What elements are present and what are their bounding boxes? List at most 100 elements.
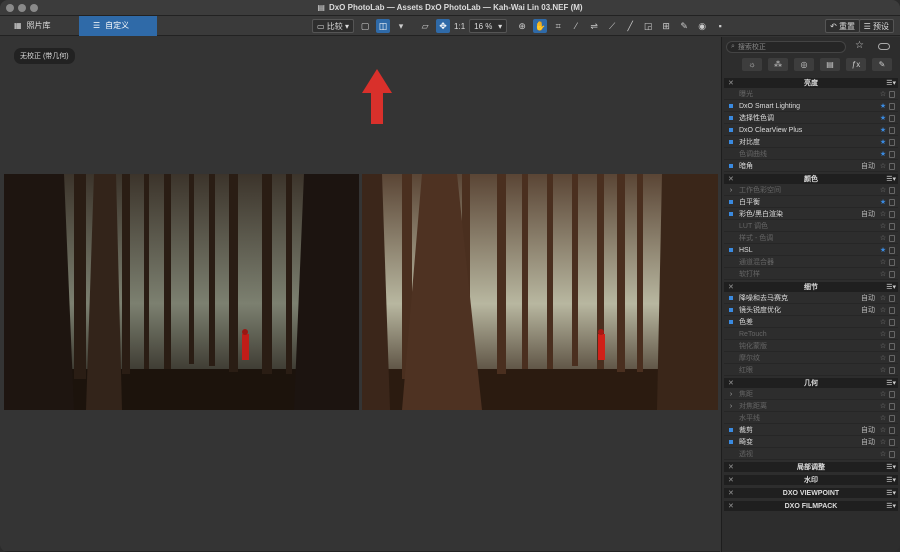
favorite-star-icon[interactable]: ☆ [879,366,887,374]
favorite-star-icon[interactable]: ☆ [879,390,887,398]
section-header-collapsed[interactable]: ✕ DXO VIEWPOINT ☰▾ [724,488,898,498]
correction-row[interactable]: 摩尔纹 ☆ [724,353,898,364]
effects-icon[interactable]: ƒx [846,58,866,71]
favorite-star-icon[interactable]: ★ [879,102,887,110]
favorite-star-icon[interactable]: ★ [879,114,887,122]
favorite-star-icon[interactable]: ☆ [879,402,887,410]
section-header-collapsed[interactable]: ✕ 水印 ☰▾ [724,475,898,485]
enable-toggle[interactable] [727,354,735,362]
favorite-star-icon[interactable]: ★ [879,150,887,158]
correction-row[interactable]: 通道混合器 ☆ [724,257,898,268]
reset-icon[interactable] [889,354,895,362]
favorite-star-icon[interactable]: ☆ [879,354,887,362]
enable-toggle[interactable] [727,438,735,446]
reset-icon[interactable] [889,210,895,218]
enable-toggle[interactable] [727,138,735,146]
expand-icon[interactable]: › [727,390,735,398]
section-header[interactable]: ✕ 亮度 ☰▾ [724,78,898,88]
reset-icon[interactable] [889,294,895,302]
section-header[interactable]: ✕ 颜色 ☰▾ [724,174,898,184]
enable-toggle[interactable] [727,414,735,422]
close-icon[interactable]: ✕ [728,283,734,291]
enable-toggle[interactable] [727,150,735,158]
correction-row[interactable]: 样式 - 色调 ☆ [724,233,898,244]
enable-toggle[interactable] [727,294,735,302]
enable-toggle[interactable] [727,246,735,254]
enable-toggle[interactable] [727,162,735,170]
color-icon[interactable]: ⁂ [768,58,788,71]
enable-toggle[interactable] [727,198,735,206]
correction-row[interactable]: 色差 ☆ [724,317,898,328]
menu-icon[interactable]: ☰▾ [886,175,896,183]
reset-icon[interactable] [889,114,895,122]
reset-icon[interactable] [889,198,895,206]
enable-toggle[interactable] [727,330,735,338]
enable-toggle[interactable] [727,90,735,98]
star-icon[interactable]: ☆ [855,40,864,51]
fit-screen-icon[interactable]: ▱ [418,19,432,33]
correction-row[interactable]: DxO Smart Lighting ★ [724,101,898,112]
correction-row[interactable]: 软打样 ☆ [724,269,898,280]
menu-icon[interactable]: ☰▾ [886,463,896,471]
eyedropper-icon[interactable]: ⁄ [569,19,583,33]
correction-row[interactable]: 镜头锐度优化 自动 ☆ [724,305,898,316]
reset-icon[interactable] [889,390,895,398]
hand-icon[interactable]: ✋ [533,19,548,33]
reset-icon[interactable] [889,306,895,314]
menu-icon[interactable]: ☰▾ [886,502,896,510]
reset-icon[interactable] [889,162,895,170]
close-icon[interactable]: ✕ [728,476,734,484]
correction-row[interactable]: DxO ClearView Plus ★ [724,125,898,136]
enable-toggle[interactable] [727,210,735,218]
menu-icon[interactable]: ☰▾ [886,489,896,497]
correction-row[interactable]: 选择性色调 ★ [724,113,898,124]
correction-row[interactable]: 彩色/黑白渲染 自动 ☆ [724,209,898,220]
favorite-star-icon[interactable]: ☆ [879,222,887,230]
close-icon[interactable]: ✕ [728,463,734,471]
favorite-star-icon[interactable]: ★ [879,138,887,146]
enable-toggle[interactable] [727,306,735,314]
reset-icon[interactable] [889,186,895,194]
section-header[interactable]: ✕ 几何 ☰▾ [724,378,898,388]
enable-toggle[interactable] [727,342,735,350]
enable-toggle[interactable] [727,270,735,278]
correction-row[interactable]: LUT 调色 ☆ [724,221,898,232]
favorite-star-icon[interactable]: ☆ [879,186,887,194]
correction-row[interactable]: 钝化蒙版 ☆ [724,341,898,352]
favorite-star-icon[interactable]: ★ [879,126,887,134]
correction-row[interactable]: › 焦距 ☆ [724,389,898,400]
reset-icon[interactable] [889,402,895,410]
compare-button[interactable]: ▭ 比较 ▾ [312,19,355,33]
eye-icon[interactable]: ◉ [695,19,709,33]
correction-row[interactable]: 水平线 ☆ [724,413,898,424]
enable-toggle[interactable] [727,450,735,458]
tab-customize[interactable]: ☰ 自定义 [79,15,157,36]
reset-icon[interactable] [889,330,895,338]
favorite-star-icon[interactable]: ☆ [879,450,887,458]
reset-icon[interactable] [889,414,895,422]
reset-icon[interactable] [889,318,895,326]
enable-toggle[interactable] [727,426,735,434]
favorite-star-icon[interactable]: ☆ [879,270,887,278]
menu-icon[interactable]: ☰▾ [886,79,896,87]
correction-row[interactable]: 白平衡 ★ [724,197,898,208]
image-viewer[interactable]: 无校正 (带几何) [0,37,720,552]
tab-library[interactable]: ▦ 照片库 [0,16,79,36]
favorite-star-icon[interactable]: ☆ [879,318,887,326]
geometry-icon[interactable]: ▤ [820,58,840,71]
reset-icon[interactable] [889,366,895,374]
reset-icon[interactable] [889,138,895,146]
reset-icon[interactable] [889,150,895,158]
favorite-star-icon[interactable]: ★ [879,246,887,254]
favorite-star-icon[interactable]: ☆ [879,162,887,170]
enable-toggle[interactable] [727,258,735,266]
favorite-star-icon[interactable]: ☆ [879,306,887,314]
reset-icon[interactable] [889,438,895,446]
side-by-side-icon[interactable]: ◫ [376,19,391,33]
menu-icon[interactable]: ☰▾ [886,283,896,291]
close-icon[interactable]: ✕ [728,502,734,510]
favorite-star-icon[interactable]: ★ [879,198,887,206]
favorite-star-icon[interactable]: ☆ [879,438,887,446]
minimize-window-button[interactable] [18,4,26,12]
enable-toggle[interactable] [727,234,735,242]
